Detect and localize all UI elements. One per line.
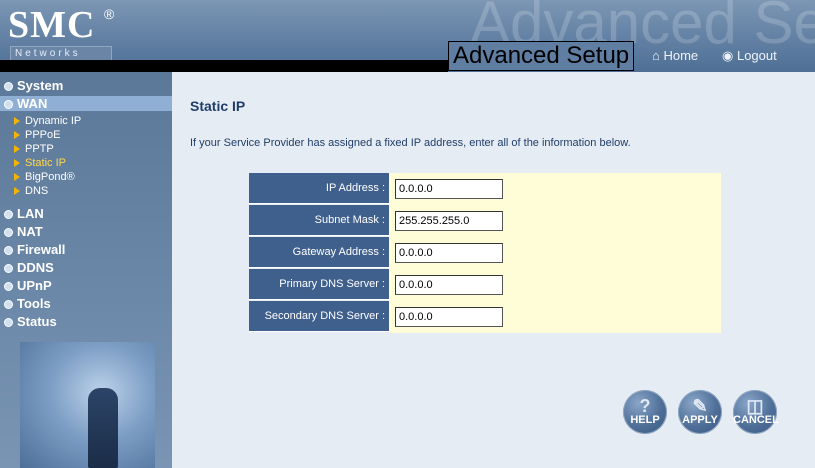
smc-logo: SMC (8, 4, 96, 46)
header-black-bar (0, 60, 448, 72)
arrow-icon (14, 145, 20, 154)
bullet-icon (4, 264, 13, 274)
nav-sub-static-ip[interactable]: Static IP (14, 157, 66, 169)
arrow-icon (14, 187, 20, 196)
subnet-mask-label: Subnet Mask : (249, 205, 389, 236)
nav-sub-pptp[interactable]: PPTP (14, 143, 54, 155)
nav-label: WAN (17, 96, 48, 111)
page-title: Static IP (190, 98, 246, 114)
bullet-icon (4, 228, 13, 238)
nav-label: DDNS (17, 260, 54, 275)
cancel-button[interactable]: ◫ CANCEL (733, 390, 779, 434)
home-link[interactable]: ⌂ Home (652, 48, 698, 63)
nav-nat[interactable]: NAT (4, 224, 43, 239)
registered-mark: ® (104, 6, 115, 22)
nav-upnp[interactable]: UPnP (4, 278, 52, 293)
page-header-title: Advanced Setup (448, 41, 635, 71)
primary-dns-cell (389, 269, 721, 301)
secondary-dns-input[interactable] (395, 307, 503, 327)
logout-link[interactable]: ◉ Logout (722, 48, 777, 64)
arrow-icon (14, 131, 20, 140)
header: Advanced Setup SMC ® Networks Advanced S… (0, 0, 815, 72)
nav-wan[interactable]: WAN (0, 96, 172, 111)
gateway-address-cell (389, 237, 721, 269)
bullet-icon (4, 82, 13, 92)
arrow-icon (14, 117, 20, 126)
bullet-icon (4, 318, 13, 328)
nav-tools[interactable]: Tools (4, 296, 51, 311)
apply-button[interactable]: ✎ APPLY (678, 390, 722, 434)
nav-sub-pppoe[interactable]: PPPoE (14, 129, 60, 141)
arrow-icon (14, 159, 20, 168)
gateway-address-label: Gateway Address : (249, 237, 389, 268)
nav-sub-label: PPPoE (25, 129, 61, 141)
help-button[interactable]: ? HELP (623, 390, 667, 434)
nav-sub-label: PPTP (25, 143, 54, 155)
nav-sub-bigpond[interactable]: BigPond® (14, 171, 75, 183)
nav-label: NAT (17, 224, 43, 239)
home-link-label: Home (663, 48, 699, 63)
bullet-icon (4, 100, 13, 110)
nav-sub-dns[interactable]: DNS (14, 185, 48, 197)
form-row-gateway: Gateway Address : (249, 237, 721, 269)
secondary-dns-cell (389, 301, 721, 333)
nav-lan[interactable]: LAN (4, 206, 44, 221)
nav-sub-label: DNS (25, 185, 49, 197)
nav-sub-label: Dynamic IP (25, 115, 82, 127)
intro-text: If your Service Provider has assigned a … (190, 137, 631, 149)
nav-firewall[interactable]: Firewall (4, 242, 65, 257)
ip-address-cell (389, 173, 721, 205)
nav-sub-label: BigPond® (25, 171, 75, 183)
arrow-icon (14, 173, 20, 182)
nav-sub-dynamic-ip[interactable]: Dynamic IP (14, 115, 81, 127)
nav-system[interactable]: System (4, 78, 63, 93)
bullet-icon (4, 246, 13, 256)
person-silhouette-image (88, 388, 118, 468)
primary-dns-input[interactable] (395, 275, 503, 295)
logout-icon: ◉ (722, 48, 734, 63)
form-row-primary-dns: Primary DNS Server : (249, 269, 721, 301)
form-row-ip-address: IP Address : (249, 173, 721, 205)
primary-dns-label: Primary DNS Server : (249, 269, 389, 300)
nav-label: System (17, 78, 64, 93)
nav-label: Status (17, 314, 57, 329)
secondary-dns-label: Secondary DNS Server : (249, 301, 389, 332)
gateway-address-input[interactable] (395, 243, 503, 263)
main-content: Static IP If your Service Provider has a… (172, 72, 815, 468)
home-icon: ⌂ (652, 48, 660, 63)
logout-link-label: Logout (736, 48, 777, 63)
form-row-subnet-mask: Subnet Mask : (249, 205, 721, 237)
nav-label: Tools (17, 296, 51, 311)
nav-status[interactable]: Status (4, 314, 57, 329)
bullet-icon (4, 300, 13, 310)
apply-icon: ✎ (692, 396, 708, 416)
trash-icon: ◫ (746, 396, 764, 416)
ip-address-label: IP Address : (249, 173, 389, 204)
nav-label: UPnP (17, 278, 52, 293)
ip-address-input[interactable] (395, 179, 503, 199)
bullet-icon (4, 210, 13, 220)
nav-ddns[interactable]: DDNS (4, 260, 54, 275)
subnet-mask-input[interactable] (395, 211, 503, 231)
nav-label: Firewall (17, 242, 66, 257)
nav-sub-label: Static IP (25, 157, 66, 169)
form-row-secondary-dns: Secondary DNS Server : (249, 301, 721, 333)
sidebar: System WAN Dynamic IP PPPoE PPTP Static … (0, 72, 172, 468)
question-icon: ? (639, 396, 651, 416)
bullet-icon (4, 282, 13, 292)
subnet-mask-cell (389, 205, 721, 237)
nav-label: LAN (17, 206, 44, 221)
